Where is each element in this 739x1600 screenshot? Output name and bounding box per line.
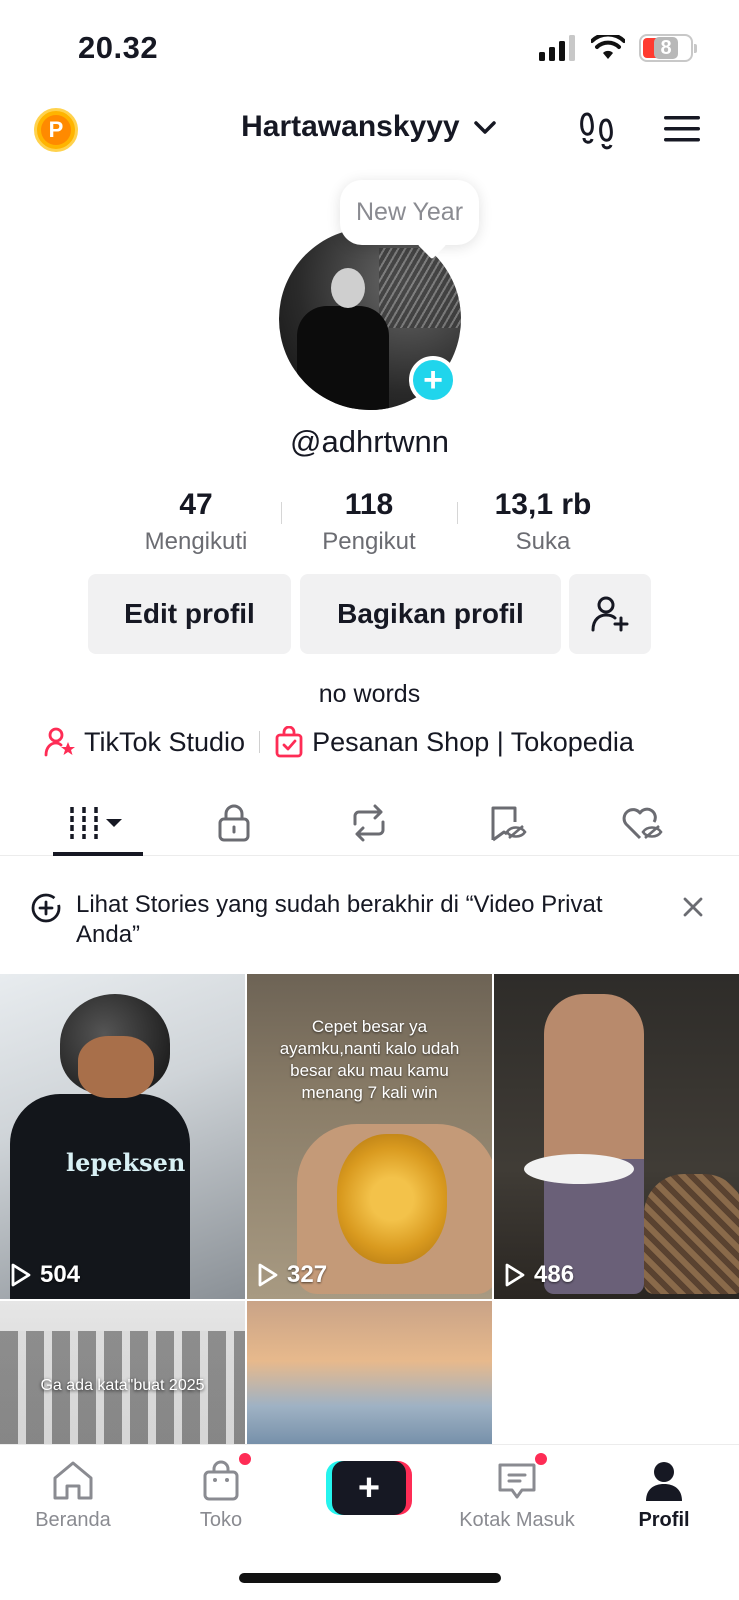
stories-plus-icon [31, 893, 61, 923]
shop-orders-label: Pesanan Shop | Tokopedia [312, 726, 634, 757]
home-indicator [239, 1573, 501, 1583]
plus-icon: + [332, 1461, 406, 1515]
tab-videos[interactable] [53, 798, 143, 848]
play-icon [11, 1263, 31, 1287]
stat-followers[interactable]: 118 Pengikut [289, 488, 449, 556]
view-count: 504 [10, 1261, 80, 1289]
lock-icon [218, 804, 250, 842]
close-icon[interactable] [682, 896, 704, 918]
video-caption: Ga ada kata"buat 2025 [40, 1377, 205, 1394]
heart-hidden-icon [622, 807, 663, 840]
tab-reposts[interactable] [324, 798, 414, 848]
nav-profile[interactable]: Profil [604, 1457, 724, 1532]
status-bubble[interactable]: New Year [340, 180, 480, 245]
stat-value: 13,1 rb [494, 488, 592, 521]
battery-level: 8 [654, 37, 678, 59]
nav-label: Toko [199, 1509, 243, 1531]
profile-bio: no words [318, 680, 421, 708]
home-icon [53, 1461, 93, 1500]
nav-label: Kotak Masuk [459, 1509, 575, 1531]
battery-icon: 8 [639, 34, 697, 62]
grid-videos-icon [70, 807, 122, 839]
stat-value: 118 [344, 488, 394, 521]
play-icon [505, 1263, 525, 1287]
add-friend-button[interactable] [569, 574, 651, 654]
profile-links: TikTok Studio Pesanan Shop | Tokopedia [44, 726, 634, 758]
stat-label: Mengikuti [144, 528, 248, 555]
add-user-icon [591, 596, 629, 632]
stat-divider [281, 502, 282, 524]
video-caption: Cepet besar ya ayamku,nanti kalo udah be… [279, 1017, 460, 1102]
stat-following[interactable]: 47 Mengikuti [116, 488, 276, 556]
view-count-value: 327 [287, 1261, 328, 1288]
create-button[interactable]: + [326, 1461, 412, 1515]
link-divider [259, 731, 261, 753]
video-thumbnail[interactable]: Cepet besar ya ayamku,nanti kalo udah be… [247, 974, 492, 1299]
stories-banner-text: Lihat Stories yang sudah berakhir di “Vi… [76, 891, 603, 948]
nav-shop[interactable]: Toko [161, 1451, 281, 1532]
profile-handle: @adhrtwnn [290, 424, 449, 459]
tab-liked[interactable] [597, 798, 687, 848]
user-star-icon [44, 727, 75, 757]
nav-label: Beranda [35, 1509, 111, 1531]
nav-label: Profil [638, 1509, 690, 1531]
tiktok-studio-label: TikTok Studio [84, 726, 246, 757]
shop-orders-link[interactable]: Pesanan Shop | Tokopedia [274, 726, 634, 758]
stat-divider [457, 502, 458, 524]
status-bar: 20.32 8 [0, 0, 739, 90]
chevron-down-icon [474, 121, 496, 134]
notification-dot [237, 1451, 253, 1467]
stat-label: Pengikut [322, 528, 416, 555]
tiktok-studio-link[interactable]: TikTok Studio [44, 727, 245, 758]
shirt-print: lepeksen [66, 1148, 186, 1177]
stat-value: 47 [179, 488, 213, 521]
tab-favorites[interactable] [462, 798, 552, 848]
stat-likes[interactable]: 13,1 rb Suka [463, 488, 623, 556]
nav-inbox[interactable]: Kotak Masuk [455, 1451, 579, 1532]
profile-icon [646, 1462, 682, 1501]
add-story-button[interactable]: + [409, 356, 457, 404]
shop-check-icon [275, 726, 303, 758]
view-count-value: 504 [40, 1261, 81, 1288]
shop-bag-icon [203, 1460, 239, 1501]
username-label: Hartawanskyyy [241, 110, 460, 143]
play-icon [258, 1263, 278, 1287]
content-tabs [0, 790, 739, 856]
bookmark-hidden-icon [491, 806, 527, 842]
stat-label: Suka [515, 528, 571, 555]
repost-icon [353, 804, 385, 842]
view-count: 486 [504, 1261, 574, 1289]
nav-home[interactable]: Beranda [13, 1457, 133, 1532]
active-tab-indicator [53, 852, 143, 856]
notification-dot [533, 1451, 549, 1467]
video-thumbnail[interactable] [247, 1301, 492, 1451]
menu-icon[interactable] [664, 114, 700, 144]
tab-private[interactable] [189, 798, 279, 848]
footprint-icon[interactable] [578, 110, 618, 150]
view-count: 327 [257, 1261, 327, 1289]
share-profile-button[interactable]: Bagikan profil [300, 574, 561, 654]
signal-icon [539, 35, 575, 61]
account-switcher[interactable]: Hartawanskyyy [0, 110, 739, 144]
wifi-icon [591, 35, 625, 59]
profile-header: P Hartawanskyyy [0, 100, 739, 160]
video-thumbnail[interactable]: lepeksen 504 [0, 974, 245, 1299]
inbox-icon [498, 1463, 536, 1499]
status-time: 20.32 [78, 30, 159, 65]
view-count-value: 486 [534, 1261, 575, 1288]
stories-banner[interactable]: Lihat Stories yang sudah berakhir di “Vi… [0, 884, 739, 954]
video-thumbnail[interactable]: 486 [494, 974, 739, 1299]
edit-profile-button[interactable]: Edit profil [88, 574, 291, 654]
status-icons: 8 [539, 34, 697, 62]
video-thumbnail[interactable]: Ga ada kata"buat 2025 [0, 1301, 245, 1451]
